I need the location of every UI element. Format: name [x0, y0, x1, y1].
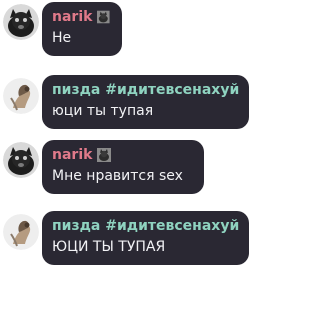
author-name[interactable]: пизда #идитевсенахуй [52, 216, 239, 236]
message-text: Мне нравится sex [52, 168, 183, 184]
message-bubble: narik Не [42, 2, 122, 56]
avatar[interactable] [3, 4, 39, 40]
chat-message: пизда #идитевсенахуй юци ты тупая [0, 72, 270, 134]
author-name[interactable]: narik [52, 7, 92, 27]
photo-avatar-icon [3, 78, 39, 114]
cat-avatar-icon [3, 142, 39, 178]
message-text: ЮЦИ ТЫ ТУПАЯ [52, 239, 166, 255]
message-text: юци ты тупая [52, 103, 154, 119]
cat-photo-badge-icon [97, 10, 110, 24]
cat-avatar-icon [3, 4, 39, 40]
chat-message: пизда #идитевсенахуй ЮЦИ ТЫ ТУПАЯ [0, 208, 270, 270]
photo-avatar-icon [3, 214, 39, 250]
cat-photo-badge-icon [97, 148, 112, 162]
message-bubble: пизда #идитевсенахуй юци ты тупая [42, 75, 249, 129]
message-bubble: narik Мне нравится sex [42, 140, 204, 194]
avatar[interactable] [3, 142, 39, 178]
avatar[interactable] [3, 214, 39, 250]
avatar[interactable] [3, 78, 39, 114]
message-bubble: пизда #идитевсенахуй ЮЦИ ТЫ ТУПАЯ [42, 211, 249, 265]
message-text: Не [52, 30, 72, 46]
author-name[interactable]: narik [52, 145, 92, 165]
author-name[interactable]: пизда #идитевсенахуй [52, 80, 239, 100]
chat-message: narik Не [0, 0, 270, 60]
chat-transcript: narik Не пизда #идитевсенахуй юци ты туп… [0, 0, 270, 320]
chat-message: narik Мне нравится sex [0, 138, 270, 202]
